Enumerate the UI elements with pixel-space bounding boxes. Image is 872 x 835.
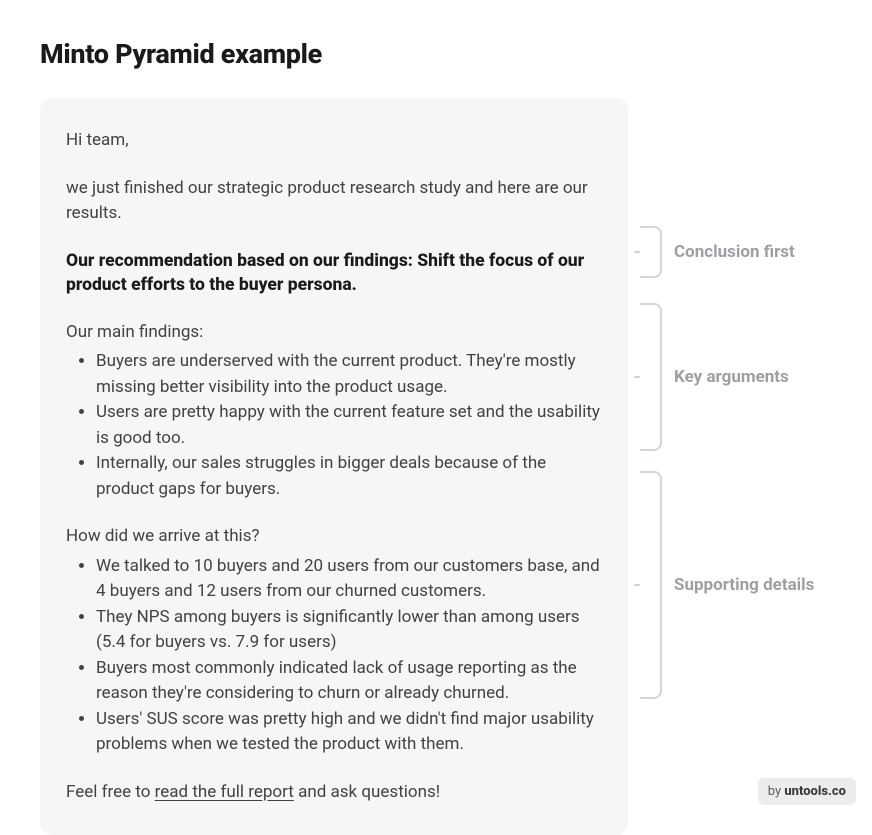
details-list: We talked to 10 buyers and 20 users from…	[66, 554, 602, 758]
list-item: Internally, our sales struggles in bigge…	[96, 451, 602, 502]
email-greeting: Hi team,	[66, 128, 602, 154]
attribution-badge: by untools.co	[758, 778, 856, 805]
list-item: Users are pretty happy with the current …	[96, 400, 602, 451]
annotation-arguments: Key arguments	[640, 303, 789, 451]
annotation-details: Supporting details	[640, 471, 814, 699]
brace-icon	[640, 303, 662, 451]
email-closing: Feel free to read the full report and as…	[66, 780, 602, 806]
brace-icon	[640, 471, 662, 699]
attribution-by: by	[768, 784, 785, 799]
details-heading: How did we arrive at this?	[66, 524, 602, 550]
annotation-label: Key arguments	[674, 367, 789, 387]
closing-post: and ask questions!	[294, 782, 440, 802]
attribution-brand: untools.co	[784, 784, 846, 799]
email-intro: we just finished our strategic product r…	[66, 176, 602, 227]
annotation-label: Conclusion first	[674, 242, 795, 262]
read-full-report-link[interactable]: read the full report	[155, 782, 294, 802]
closing-pre: Feel free to	[66, 782, 155, 802]
annotation-conclusion: Conclusion first	[640, 226, 795, 278]
findings-heading: Our main findings:	[66, 320, 602, 346]
example-email-card: Hi team, we just finished our strategic …	[40, 98, 628, 835]
list-item: Buyers are underserved with the current …	[96, 349, 602, 400]
list-item: Users' SUS score was pretty high and we …	[96, 707, 602, 758]
list-item: We talked to 10 buyers and 20 users from…	[96, 554, 602, 605]
list-item: They NPS among buyers is significantly l…	[96, 605, 602, 656]
page-title: Minto Pyramid example	[40, 38, 832, 70]
email-recommendation: Our recommendation based on our findings…	[66, 249, 602, 298]
brace-icon	[640, 226, 662, 278]
findings-list: Buyers are underserved with the current …	[66, 349, 602, 502]
list-item: Buyers most commonly indicated lack of u…	[96, 656, 602, 707]
annotation-label: Supporting details	[674, 575, 814, 595]
